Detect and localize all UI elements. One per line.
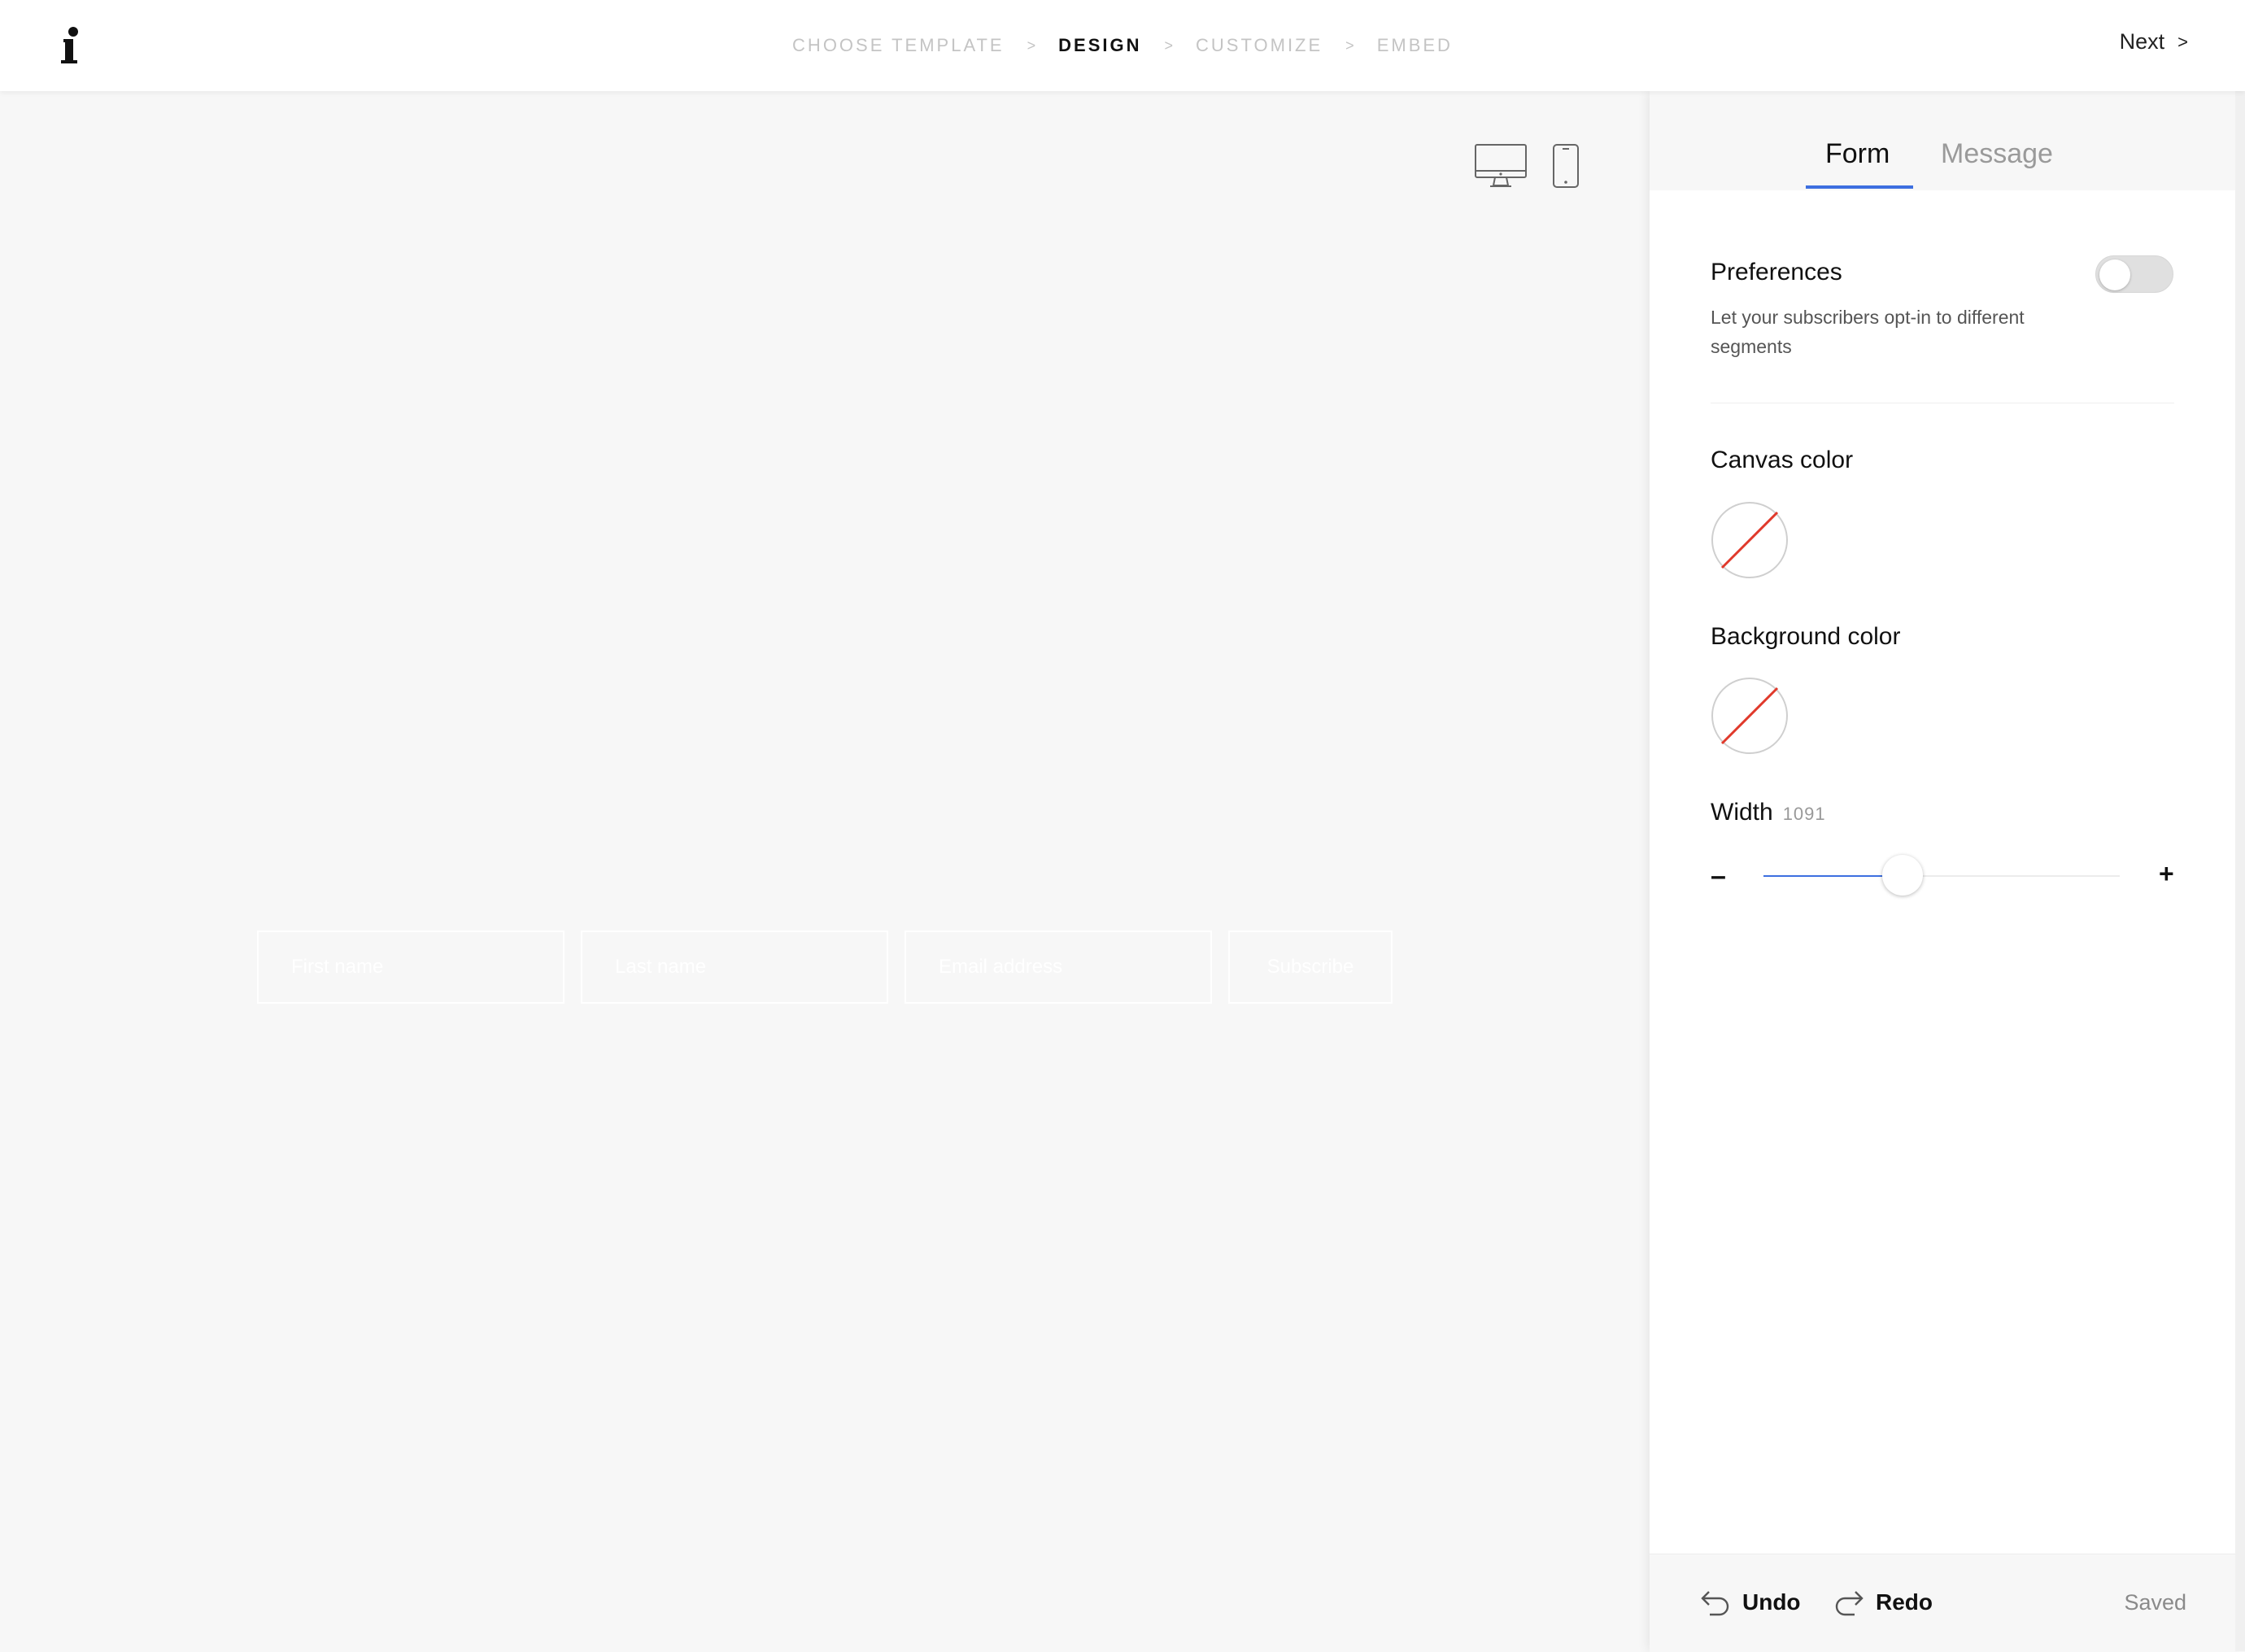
step-separator: > <box>1345 37 1354 54</box>
preferences-title: Preferences <box>1711 259 1842 286</box>
tab-message[interactable]: Message <box>1941 138 2053 170</box>
width-increase-button[interactable]: + <box>2159 859 2174 889</box>
preview-canvas: First name Last name Email address Subsc… <box>0 91 1650 1651</box>
device-toggle <box>1474 143 1580 189</box>
step-choose-template[interactable]: CHOOSE TEMPLATE <box>792 35 1005 56</box>
redo-label: Redo <box>1876 1589 1933 1615</box>
step-embed[interactable]: EMBED <box>1377 35 1453 56</box>
mobile-icon[interactable] <box>1552 143 1580 189</box>
undo-label: Undo <box>1742 1589 1801 1615</box>
preferences-toggle[interactable] <box>2095 255 2173 293</box>
desktop-icon[interactable] <box>1474 143 1528 189</box>
signup-form: First name Last name Email address Subsc… <box>257 931 1393 1004</box>
design-panel: Form Message Preferences Let your subscr… <box>1650 91 2235 1652</box>
toggle-knob <box>2099 259 2130 290</box>
width-value: 1091 <box>1782 804 1826 824</box>
last-name-input[interactable]: Last name <box>581 931 888 1004</box>
active-tab-indicator <box>1806 185 1913 189</box>
redo-icon <box>1835 1591 1864 1616</box>
canvas-color-label: Canvas color <box>1711 447 1854 473</box>
width-decrease-button[interactable]: – <box>1711 861 1726 892</box>
undo-button[interactable]: Undo <box>1700 1589 1801 1616</box>
panel-scroll-edge <box>2235 0 2245 1651</box>
undo-icon <box>1701 1591 1729 1616</box>
step-separator: > <box>1027 37 1036 54</box>
step-customize[interactable]: CUSTOMIZE <box>1196 35 1323 56</box>
width-slider[interactable] <box>1763 855 2120 896</box>
first-name-input[interactable]: First name <box>257 931 565 1004</box>
canvas-color-swatch[interactable] <box>1711 501 1789 579</box>
preferences-description: Let your subscribers opt-in to different… <box>1711 307 2025 357</box>
tab-form[interactable]: Form <box>1825 138 1890 170</box>
wizard-steps: CHOOSE TEMPLATE > DESIGN > CUSTOMIZE > E… <box>0 0 2245 91</box>
save-status: Saved <box>2124 1590 2186 1615</box>
step-design[interactable]: DESIGN <box>1058 35 1141 56</box>
background-color-swatch[interactable] <box>1711 677 1789 755</box>
width-slider-thumb[interactable] <box>1881 855 1923 896</box>
redo-button[interactable]: Redo <box>1833 1589 1933 1616</box>
width-label: Width 1091 <box>1711 799 1826 826</box>
subscribe-button[interactable]: Subscribe <box>1228 931 1393 1004</box>
width-title: Width <box>1711 799 1773 826</box>
top-bar: CHOOSE TEMPLATE > DESIGN > CUSTOMIZE > E… <box>0 0 2245 91</box>
panel-footer: Undo Redo Saved <box>1650 1554 2235 1652</box>
panel-tabs: Form Message <box>1650 91 2235 190</box>
email-input[interactable]: Email address <box>905 931 1212 1004</box>
next-label: Next <box>2119 29 2165 54</box>
next-button[interactable]: Next > <box>2120 29 2188 54</box>
chevron-right-icon: > <box>2177 31 2188 52</box>
step-separator: > <box>1164 37 1174 54</box>
background-color-label: Background color <box>1711 623 1901 650</box>
